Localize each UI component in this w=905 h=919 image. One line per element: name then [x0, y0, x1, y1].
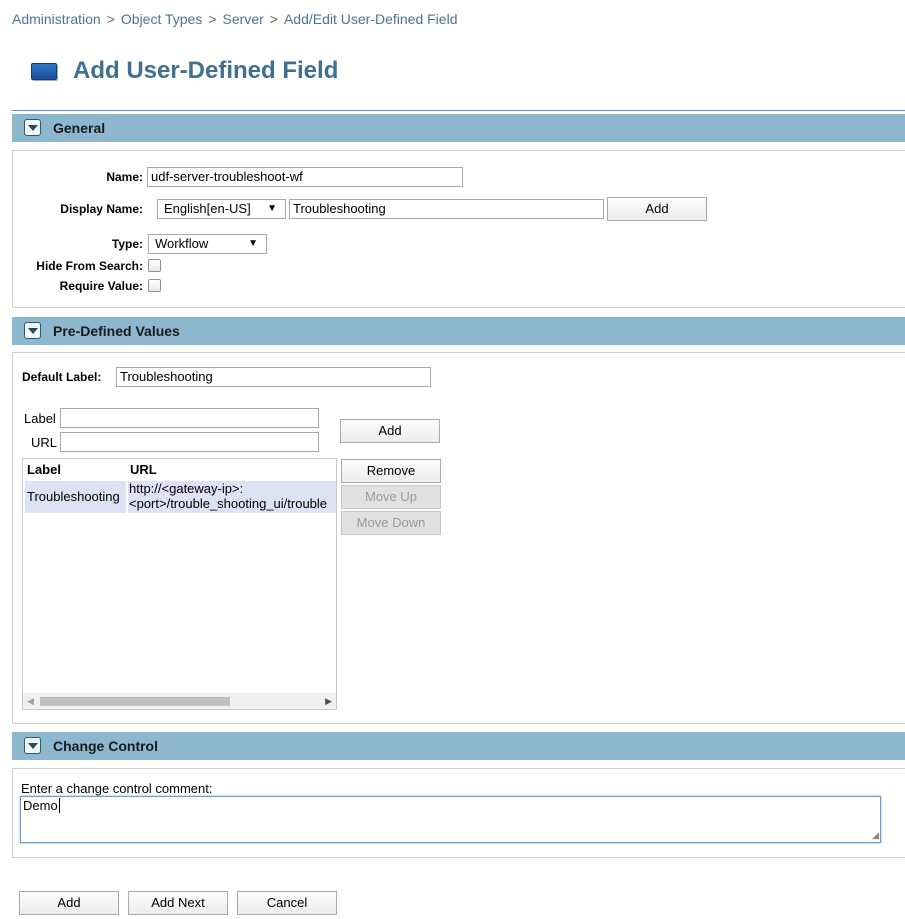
label-field[interactable]: [60, 408, 319, 428]
values-list[interactable]: Label URL Troubleshooting http://<gatewa…: [22, 458, 337, 710]
scrollbar-thumb[interactable]: [40, 697, 230, 706]
column-header-label[interactable]: Label: [27, 462, 61, 477]
default-label-field[interactable]: Troubleshooting: [116, 367, 431, 387]
move-up-button[interactable]: Move Up: [341, 485, 441, 509]
breadcrumb-separator: >: [208, 11, 217, 27]
label-field-label: Label: [24, 411, 56, 426]
language-select-value: English[en-US]: [164, 201, 251, 216]
add-button[interactable]: Add: [19, 891, 119, 915]
section-title-general: General: [53, 120, 106, 136]
breadcrumb: Administration > Object Types > Server > Add/E…: [12, 11, 457, 27]
horizontal-scrollbar[interactable]: ◀ ▶: [23, 693, 336, 709]
add-next-button[interactable]: Add Next: [128, 891, 228, 915]
add-value-button[interactable]: Add: [340, 419, 440, 443]
text-cursor: [58, 798, 60, 813]
display-name-field[interactable]: Troubleshooting: [289, 199, 604, 219]
scroll-right-icon[interactable]: ▶: [325, 696, 332, 707]
type-label: Type:: [111, 237, 143, 251]
table-row-url-cell[interactable]: http://<gateway-ip>: <port>/trouble_shoo…: [128, 481, 336, 513]
page-title: Add User-Defined Field: [73, 57, 339, 84]
breadcrumb-current: Add/Edit User-Defined Field: [283, 11, 458, 27]
change-control-comment-text: Demo: [23, 798, 58, 813]
add-display-name-button[interactable]: Add: [607, 197, 707, 221]
change-control-comment[interactable]: Demo ◢: [20, 796, 881, 843]
row-label: Troubleshooting: [27, 489, 120, 504]
breadcrumb-separator: >: [269, 11, 278, 27]
cancel-button[interactable]: Cancel: [237, 891, 337, 915]
type-select[interactable]: Workflow ▼: [148, 234, 267, 254]
caret-down-icon: ▼: [267, 203, 277, 214]
breadcrumb-separator: >: [106, 11, 115, 27]
resize-grip-icon[interactable]: ◢: [872, 830, 879, 841]
scroll-left-icon[interactable]: ◀: [27, 696, 34, 707]
require-value-checkbox[interactable]: [148, 279, 161, 292]
row-url-line1: http://<gateway-ip>:: [129, 481, 244, 496]
row-url-line2: <port>/trouble_shooting_ui/trouble: [129, 496, 328, 511]
section-title-change-control: Change Control: [53, 738, 158, 754]
type-select-value: Workflow: [155, 236, 209, 251]
url-field-label: URL: [31, 435, 58, 450]
chevron-down-icon[interactable]: [24, 322, 41, 339]
require-value-label: Require Value:: [59, 279, 143, 293]
caret-down-icon: ▼: [248, 238, 258, 249]
language-select[interactable]: English[en-US] ▼: [157, 199, 286, 219]
blue-rectangle-icon: [31, 63, 57, 80]
table-row[interactable]: Troubleshooting: [25, 481, 126, 513]
default-label-label: Default Label:: [22, 370, 102, 384]
move-down-button[interactable]: Move Down: [341, 511, 441, 535]
column-header-url[interactable]: URL: [130, 462, 157, 477]
section-header-change-control[interactable]: Change Control: [12, 732, 905, 760]
hide-from-search-label: Hide From Search:: [36, 259, 143, 273]
url-field[interactable]: [60, 432, 319, 452]
section-title-predefined: Pre-Defined Values: [53, 323, 180, 339]
display-name-label: Display Name:: [60, 202, 143, 216]
breadcrumb-object-types[interactable]: Object Types: [121, 11, 202, 27]
change-control-prompt: Enter a change control comment:: [21, 781, 213, 796]
hide-from-search-checkbox[interactable]: [148, 259, 161, 272]
breadcrumb-administration[interactable]: Administration: [12, 11, 101, 27]
section-header-general[interactable]: General: [12, 114, 905, 142]
section-header-predefined[interactable]: Pre-Defined Values: [12, 317, 905, 345]
remove-button[interactable]: Remove: [341, 459, 441, 483]
breadcrumb-server[interactable]: Server: [223, 11, 264, 27]
chevron-down-icon[interactable]: [24, 737, 41, 754]
name-field[interactable]: udf-server-troubleshoot-wf: [147, 167, 463, 187]
name-label: Name:: [106, 170, 143, 184]
divider: [12, 110, 905, 111]
chevron-down-icon[interactable]: [24, 119, 41, 136]
